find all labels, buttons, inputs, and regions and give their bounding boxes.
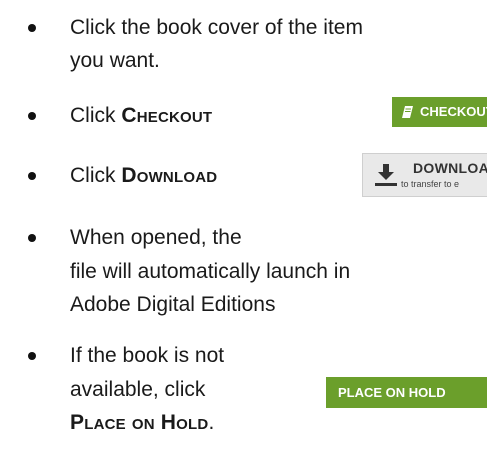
bullet bbox=[28, 112, 36, 120]
step-3-text: Click Download bbox=[70, 160, 217, 192]
download-sublabel: to transfer to e bbox=[401, 179, 460, 189]
step-5-line-3: Place on Hold. bbox=[70, 407, 214, 439]
place-on-hold-button[interactable]: PLACE ON HOLD bbox=[326, 377, 487, 408]
step-1-line-1: Click the book cover of the item bbox=[70, 16, 363, 39]
step-4-line-1: When opened, the bbox=[70, 226, 242, 249]
step-5-line-2: available, click bbox=[70, 378, 206, 401]
download-arrow-icon bbox=[375, 164, 397, 186]
step-5-emphasis: Place on Hold bbox=[70, 411, 209, 434]
download-button[interactable]: DOWNLOAD to transfer to e bbox=[362, 153, 487, 197]
step-5-suffix: . bbox=[208, 411, 215, 434]
step-3-prefix: Click bbox=[70, 164, 122, 187]
step-5-line-1: If the book is not bbox=[70, 344, 225, 367]
download-label: DOWNLOAD bbox=[413, 160, 487, 176]
bullet bbox=[28, 172, 36, 180]
place-on-hold-label: PLACE ON HOLD bbox=[338, 385, 446, 400]
bullet bbox=[28, 352, 36, 360]
step-1-line-2: you want. bbox=[70, 49, 160, 72]
bullet bbox=[28, 234, 36, 242]
step-2-text: Click Checkout bbox=[70, 100, 212, 132]
step-3-emphasis: Download bbox=[121, 164, 218, 187]
bullet bbox=[28, 24, 36, 32]
book-icon bbox=[402, 106, 413, 118]
checkout-label: CHECKOUT bbox=[420, 104, 487, 119]
checkout-button[interactable]: CHECKOUT bbox=[392, 97, 487, 127]
step-2-prefix: Click bbox=[70, 104, 122, 127]
step-4-line-2: file will automatically launch in bbox=[70, 260, 351, 283]
step-2-emphasis: Checkout bbox=[121, 104, 213, 127]
step-4-line-3: Adobe Digital Editions bbox=[70, 293, 276, 316]
